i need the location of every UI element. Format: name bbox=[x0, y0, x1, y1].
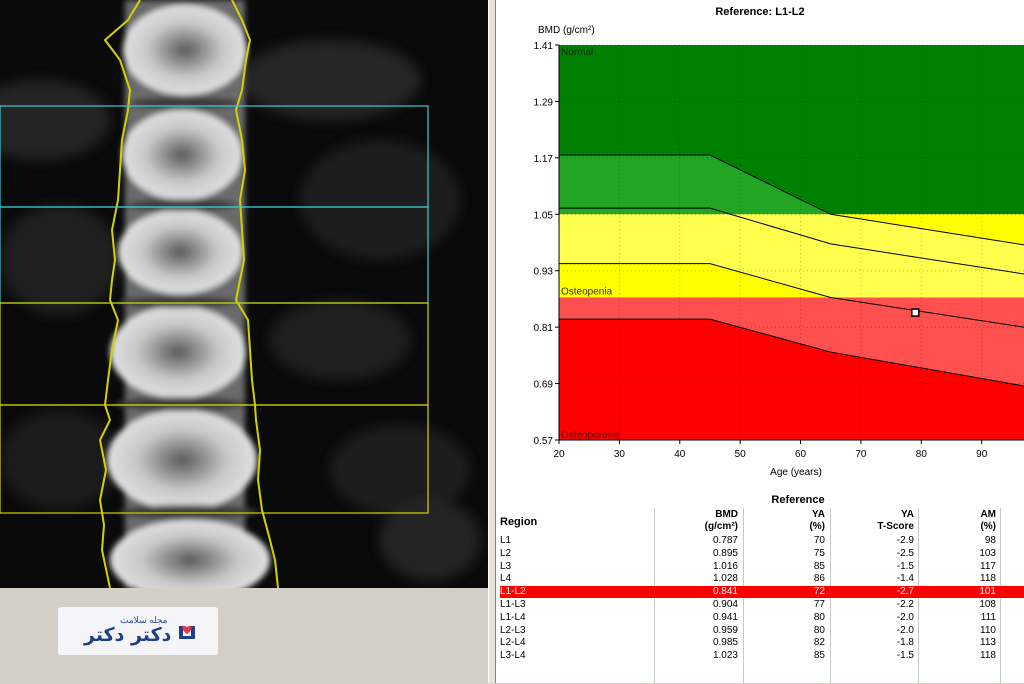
table-header-bmd: BMD (g/cm²) bbox=[704, 509, 738, 532]
x-tick-label: 20 bbox=[553, 449, 565, 460]
cell-t-score: -1.4 bbox=[896, 573, 914, 585]
cell-region: L1-L3 bbox=[500, 599, 526, 610]
y-tick-label: 1.05 bbox=[534, 210, 554, 221]
cell-ya: 82 bbox=[813, 637, 825, 649]
cell-am: 108 bbox=[979, 599, 996, 610]
cell-ya: 77 bbox=[813, 599, 825, 610]
table-row[interactable]: L1-L3 0.904 77 -2.2 108 bbox=[500, 599, 1024, 611]
cell-am: 111 bbox=[980, 611, 996, 623]
table-row[interactable]: L1 0.787 70 -2.9 98 bbox=[500, 535, 1024, 547]
y-tick-label: 1.41 bbox=[534, 41, 554, 52]
cell-am: 98 bbox=[984, 535, 996, 546]
cell-bmd: 1.023 bbox=[712, 650, 738, 662]
cell-ya: 86 bbox=[813, 573, 825, 585]
cell-region: L1-L2 bbox=[500, 586, 526, 598]
cell-t-score: -2.9 bbox=[896, 535, 914, 546]
panel-divider[interactable] bbox=[488, 0, 496, 683]
heart-book-icon bbox=[179, 625, 195, 639]
cell-am: 103 bbox=[979, 547, 996, 559]
cell-t-score: -2.0 bbox=[896, 624, 914, 636]
cell-ya: 72 bbox=[813, 586, 825, 598]
cell-region: L2 bbox=[500, 547, 512, 559]
y-tick-label: 1.29 bbox=[534, 97, 554, 108]
x-tick-label: 40 bbox=[674, 449, 686, 460]
cell-am: 113 bbox=[980, 637, 996, 649]
cell-t-score: -2.2 bbox=[896, 599, 914, 610]
cell-am: 101 bbox=[979, 586, 996, 598]
cell-t-score: -1.5 bbox=[896, 560, 914, 572]
cell-bmd: 0.959 bbox=[712, 624, 738, 636]
table-row[interactable]: L2-L3 0.959 80 -2.0 110 bbox=[500, 625, 1024, 637]
logo-text: دکتر دکتر bbox=[84, 624, 172, 646]
x-tick-label: 60 bbox=[795, 449, 807, 460]
cell-am: 118 bbox=[980, 650, 996, 662]
table-header-t-score: YA T-Score bbox=[877, 509, 914, 532]
table-row[interactable]: L1-L2 0.841 72 -2.7 101 bbox=[500, 586, 1024, 599]
cell-region: L4 bbox=[500, 573, 512, 585]
table-header-reference: Reference bbox=[771, 494, 825, 506]
x-tick-label: 70 bbox=[855, 449, 867, 460]
cell-ya: 85 bbox=[813, 560, 825, 572]
left-panel: مجله سلامت دکتر دکتر bbox=[0, 0, 488, 683]
x-tick-label: 50 bbox=[735, 449, 747, 460]
zone-label-osteopenia: Osteopenia bbox=[561, 287, 613, 298]
cell-region: L2-L4 bbox=[500, 637, 526, 649]
zone-label-osteoporosis: Osteoporosis bbox=[561, 430, 620, 441]
cell-ya: 75 bbox=[813, 547, 825, 559]
dexa-scan-image[interactable] bbox=[0, 0, 488, 588]
cell-region: L1-L4 bbox=[500, 611, 526, 623]
table-row[interactable]: L4 1.028 86 -1.4 118 bbox=[500, 573, 1024, 585]
table-row[interactable]: L3 1.016 85 -1.5 117 bbox=[500, 561, 1024, 573]
cell-am: 118 bbox=[980, 573, 996, 585]
logo: مجله سلامت دکتر دکتر bbox=[58, 607, 218, 655]
cell-t-score: -1.8 bbox=[896, 637, 914, 649]
cell-t-score: -2.0 bbox=[896, 611, 914, 623]
cell-bmd: 0.985 bbox=[712, 637, 738, 649]
cell-ya: 80 bbox=[813, 611, 825, 623]
x-tick-label: 30 bbox=[614, 449, 626, 460]
table-row[interactable]: L1-L4 0.941 80 -2.0 111 bbox=[500, 612, 1024, 624]
cell-t-score: -2.7 bbox=[896, 586, 914, 598]
cell-region: L1 bbox=[500, 535, 512, 546]
y-tick-label: 0.81 bbox=[534, 323, 554, 334]
y-tick-label: 0.93 bbox=[534, 267, 554, 278]
y-tick-label: 0.69 bbox=[534, 380, 554, 391]
cell-bmd: 0.895 bbox=[712, 547, 738, 559]
cell-region: L3-L4 bbox=[500, 650, 526, 662]
cell-bmd: 0.904 bbox=[712, 599, 738, 610]
cell-am: 110 bbox=[980, 624, 996, 636]
cell-ya: 85 bbox=[813, 650, 825, 662]
table-header-region: Region bbox=[500, 516, 538, 528]
cell-ya: 80 bbox=[813, 624, 825, 636]
x-tick-label: 80 bbox=[916, 449, 928, 460]
cell-region: L3 bbox=[500, 560, 512, 572]
right-panel: Reference: L1-L2 0.57 0.69 0.81 0.93 1.05 1.1… bbox=[496, 0, 1024, 684]
cell-bmd: 0.941 bbox=[712, 611, 738, 623]
bmd-reference-chart: 0.57 0.69 0.81 0.93 1.05 1.17 1.29 1.41 20 30 40 50… bbox=[534, 25, 1024, 478]
y-axis-label: BMD (g/cm²) bbox=[538, 25, 595, 36]
table-header-ya-percent: YA (%) bbox=[809, 509, 825, 532]
cell-bmd: 0.841 bbox=[712, 586, 738, 598]
cell-bmd: 0.787 bbox=[712, 535, 738, 546]
table-row[interactable]: L2 0.895 75 -2.5 103 bbox=[500, 548, 1024, 560]
table-row[interactable]: L3-L4 1.023 85 -1.5 118 bbox=[500, 650, 1024, 662]
x-tick-label: 90 bbox=[976, 449, 988, 460]
cell-am: 117 bbox=[980, 560, 996, 572]
y-tick-label: 0.57 bbox=[534, 436, 554, 447]
spine-scan-svg bbox=[0, 0, 488, 588]
patient-marker[interactable] bbox=[911, 308, 920, 317]
cell-ya: 70 bbox=[813, 535, 825, 546]
cell-bmd: 1.016 bbox=[712, 560, 738, 572]
x-axis-label: Age (years) bbox=[770, 467, 822, 478]
y-tick-label: 1.17 bbox=[534, 154, 554, 165]
cell-region: L2-L3 bbox=[500, 624, 526, 636]
zone-label-normal: Normal bbox=[561, 47, 593, 58]
table-header-am-percent: AM (%) bbox=[980, 509, 996, 532]
cell-t-score: -2.5 bbox=[896, 547, 914, 559]
cell-t-score: -1.5 bbox=[896, 650, 914, 662]
cell-bmd: 1.028 bbox=[712, 573, 738, 585]
table-row[interactable]: L2-L4 0.985 82 -1.8 113 bbox=[500, 637, 1024, 649]
